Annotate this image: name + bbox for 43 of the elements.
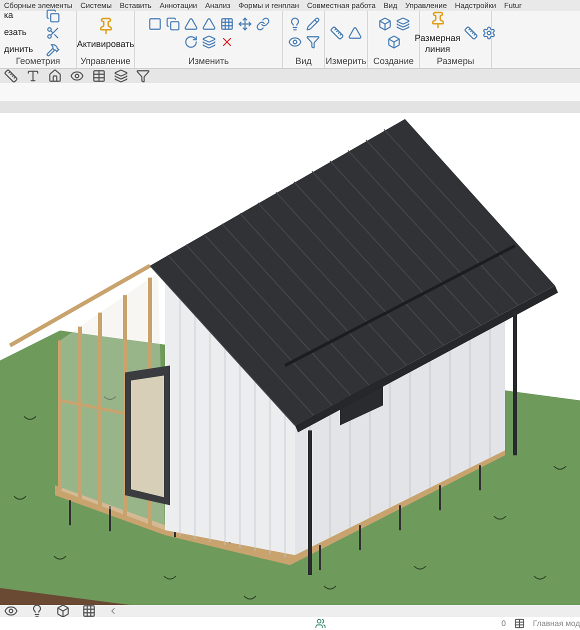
- box-icon[interactable]: [56, 604, 70, 618]
- ribbon-button[interactable]: езать: [4, 26, 42, 40]
- panel-label: Геометрия: [14, 55, 62, 68]
- filter-icon[interactable]: [136, 69, 150, 83]
- panel-label: Размеры: [436, 55, 476, 68]
- users-icon[interactable]: [315, 618, 326, 629]
- dimension-icon[interactable]: [464, 26, 478, 40]
- panel-label: Вид: [294, 55, 313, 68]
- view-icon[interactable]: [4, 604, 18, 618]
- grid-icon[interactable]: [220, 17, 234, 31]
- measure-icon[interactable]: [4, 69, 18, 83]
- ribbon-button[interactable]: динить: [4, 43, 42, 57]
- copy-icon[interactable]: [166, 17, 180, 31]
- scissors-icon[interactable]: [46, 26, 60, 40]
- rotate-icon[interactable]: [184, 35, 198, 49]
- home-icon[interactable]: [48, 69, 62, 83]
- text-icon[interactable]: [26, 69, 40, 83]
- ribbon-button[interactable]: ка: [4, 9, 42, 23]
- status-model: Главная мод: [532, 618, 580, 630]
- move-icon[interactable]: [238, 17, 252, 31]
- link-icon[interactable]: [256, 17, 270, 31]
- layers-icon[interactable]: [396, 17, 410, 31]
- pencil-icon[interactable]: [306, 17, 320, 31]
- panel-label: Измерить: [325, 55, 367, 68]
- ribbon-large-button[interactable]: Размерная линия: [414, 11, 460, 55]
- copy-icon[interactable]: [46, 9, 60, 23]
- panel-label: Создание: [372, 55, 415, 68]
- status-count: 0: [501, 618, 506, 630]
- panel-label: Управление: [79, 55, 132, 68]
- layers-icon[interactable]: [202, 35, 216, 49]
- square-icon[interactable]: [148, 17, 162, 31]
- hammer-icon[interactable]: [46, 43, 60, 57]
- ruler-icon[interactable]: [330, 26, 344, 40]
- view-icon[interactable]: [70, 69, 84, 83]
- table-icon[interactable]: [514, 618, 525, 629]
- panel-label: Изменить: [187, 55, 230, 68]
- settings-icon[interactable]: [482, 26, 496, 40]
- eye-icon[interactable]: [288, 35, 302, 49]
- box-icon[interactable]: [378, 17, 392, 31]
- filter-icon[interactable]: [306, 35, 320, 49]
- box-icon[interactable]: [386, 35, 400, 49]
- ribbon-large-button[interactable]: Активировать: [76, 16, 134, 50]
- lightbulb-icon[interactable]: [30, 604, 44, 618]
